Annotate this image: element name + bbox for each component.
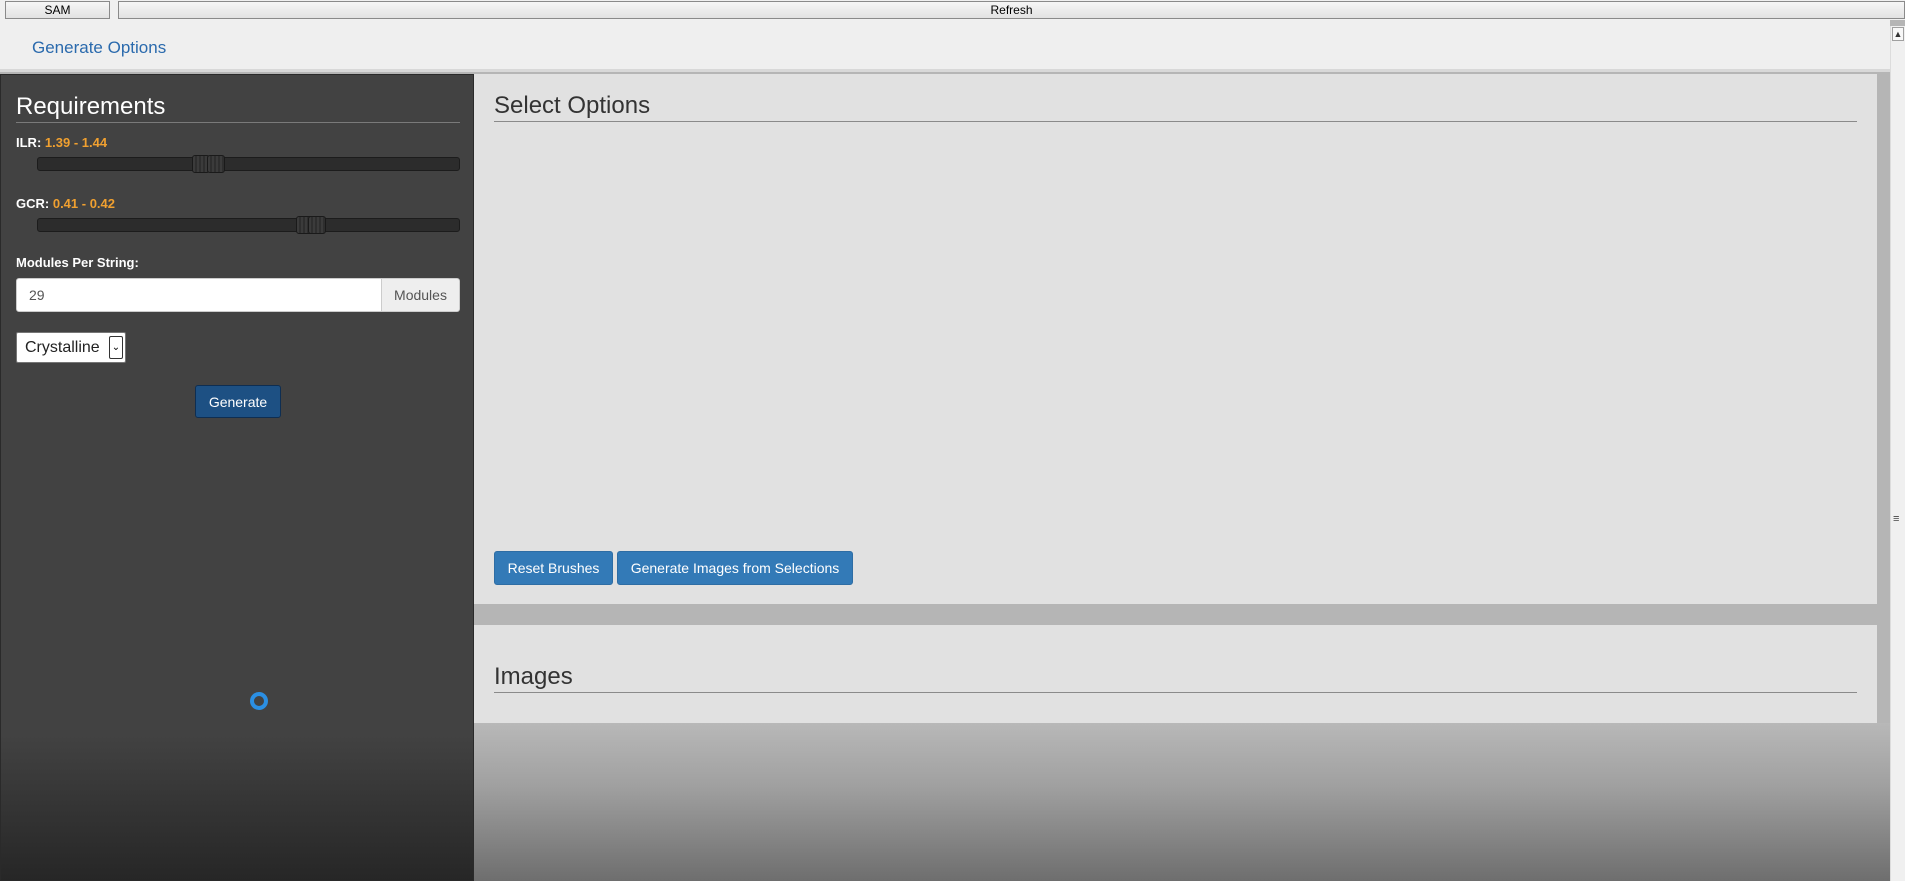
gcr-label: GCR: — [16, 196, 50, 211]
generate-images-button[interactable]: Generate Images from Selections — [617, 551, 853, 585]
background-fade — [474, 723, 1890, 881]
top-toolbar: SAM Refresh — [0, 0, 1905, 20]
gcr-value: 0.41 - 0.42 — [52, 196, 115, 211]
ilr-label-group: ILR: 1.39 - 1.44 — [16, 135, 107, 150]
select-options-title: Select Options — [494, 92, 651, 119]
generate-options-link[interactable]: Generate Options — [32, 38, 166, 58]
scroll-grip-icon[interactable]: ≡ — [1893, 513, 1899, 525]
images-panel: Images — [474, 625, 1877, 723]
technology-select[interactable]: Crystalline ⌄ — [16, 332, 126, 363]
gcr-max-handle[interactable] — [308, 216, 326, 234]
page-header: Generate Options — [0, 20, 1890, 72]
gcr-label-group: GCR: 0.41 - 0.42 — [16, 196, 115, 211]
ilr-value: 1.39 - 1.44 — [44, 135, 108, 150]
images-title: Images — [494, 663, 573, 690]
generate-button[interactable]: Generate — [195, 385, 281, 418]
chevron-down-icon[interactable]: ⌄ — [109, 336, 123, 359]
technology-select-value: Crystalline — [25, 339, 100, 356]
requirements-title: Requirements — [16, 93, 166, 120]
ilr-max-handle[interactable] — [207, 155, 225, 173]
images-divider — [494, 692, 1857, 693]
modules-per-string-input[interactable] — [16, 278, 382, 312]
sam-button[interactable]: SAM — [5, 1, 110, 19]
reset-brushes-button[interactable]: Reset Brushes — [494, 551, 613, 585]
modules-addon: Modules — [381, 278, 460, 312]
loading-spinner-icon — [250, 692, 268, 710]
refresh-button[interactable]: Refresh — [118, 1, 1905, 19]
vertical-scrollbar[interactable]: ▲ ≡ — [1890, 26, 1905, 881]
scroll-up-icon[interactable]: ▲ — [1892, 27, 1904, 41]
modules-per-string-label: Modules Per String: — [16, 255, 139, 270]
ilr-slider[interactable] — [37, 155, 460, 173]
gcr-slider[interactable] — [37, 216, 460, 234]
ilr-label: ILR: — [16, 135, 42, 150]
select-options-panel: Select Options Reset Brushes Generate Im… — [474, 74, 1877, 604]
requirements-divider — [16, 122, 460, 123]
select-options-divider — [494, 121, 1857, 122]
requirements-panel: Requirements ILR: 1.39 - 1.44 GCR: 0.41 … — [0, 74, 474, 881]
